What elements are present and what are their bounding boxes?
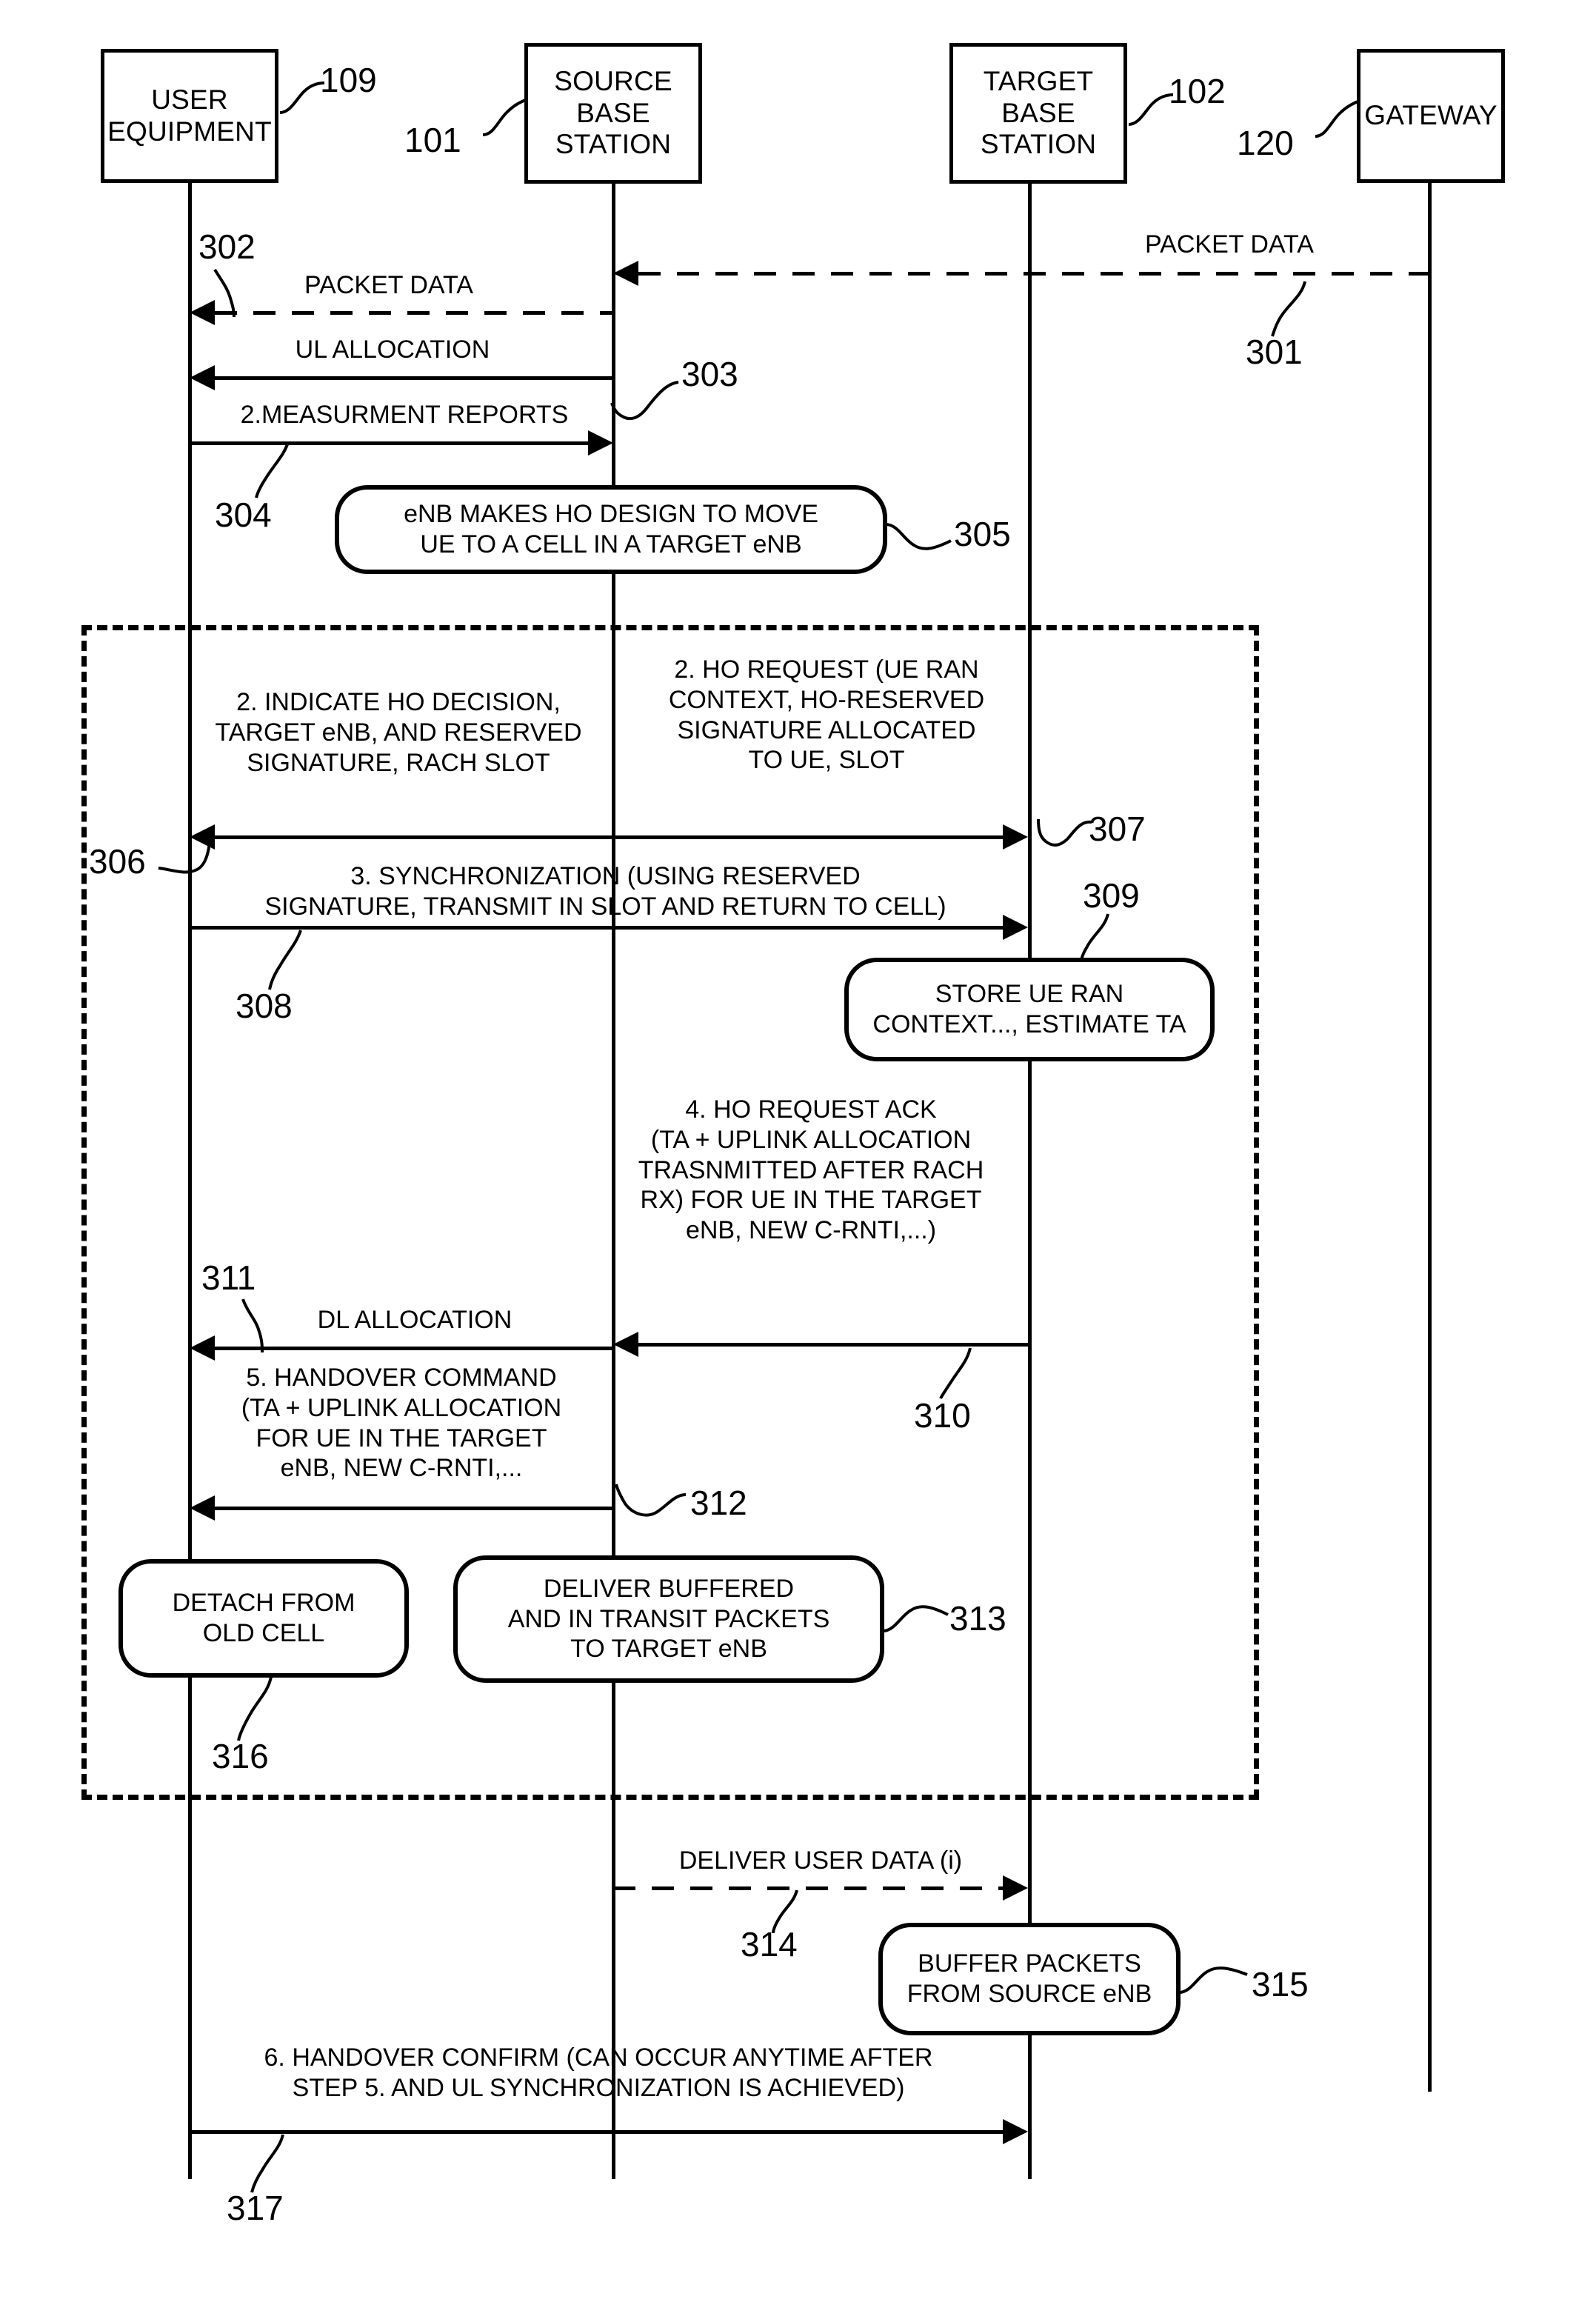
leader-line-305	[885, 523, 952, 550]
numeral-308: 308	[236, 987, 293, 1025]
leader-line-310	[939, 1347, 972, 1399]
numeral-301: 301	[1246, 333, 1303, 371]
process-box-309: STORE UE RAN CONTEXT..., ESTIMATE TA	[844, 958, 1215, 1061]
actor-box-source-base-station: SOURCE BASE STATION	[524, 43, 702, 184]
message-label-302: PACKET DATA	[304, 271, 473, 299]
numeral-305: 305	[954, 515, 1011, 553]
leader-line-316	[237, 1676, 273, 1741]
message-label-304: 2.MEASURMENT REPORTS	[240, 401, 569, 429]
leader-line-312	[615, 1484, 687, 1517]
leader-line-120	[1315, 99, 1360, 138]
process-box-305: eNB MAKES HO DESIGN TO MOVE UE TO A CELL…	[335, 485, 887, 574]
leader-line-317	[250, 2134, 284, 2193]
leader-line-311	[241, 1298, 264, 1353]
actor-label-user-equipment: USER EQUIPMENT	[107, 84, 272, 147]
message-line-306	[215, 835, 1006, 839]
message-line-302	[215, 311, 613, 315]
actor-box-target-base-station: TARGET BASE STATION	[949, 43, 1127, 184]
message-label-303: UL ALLOCATION	[295, 336, 490, 364]
message-arrowhead-310	[613, 1332, 638, 1357]
actor-label-target-base-station: TARGET BASE STATION	[980, 65, 1097, 160]
message-label-301: PACKET DATA	[1145, 230, 1314, 258]
numeral-315: 315	[1252, 1965, 1309, 2004]
numeral-101: 101	[404, 121, 461, 159]
actor-box-user-equipment: USER EQUIPMENT	[101, 49, 278, 183]
patent-figure-canvas: USER EQUIPMENT SOURCE BASE STATION TARGE…	[0, 0, 1596, 2302]
numeral-306: 306	[89, 842, 146, 881]
message-label-314: DELIVER USER DATA (i)	[678, 1846, 963, 1875]
message-line-312	[215, 1507, 613, 1510]
process-box-313: DELIVER BUFFERED AND IN TRANSIT PACKETS …	[453, 1555, 884, 1683]
leader-line-101	[482, 98, 528, 136]
message-line-314	[613, 1886, 1004, 1890]
numeral-303: 303	[681, 355, 738, 393]
message-line-317	[190, 2130, 1004, 2134]
leader-line-313	[882, 1605, 949, 1632]
message-arrowhead-308	[1003, 915, 1028, 940]
numeral-304: 304	[215, 496, 272, 534]
leader-line-315	[1178, 1966, 1248, 1994]
numeral-311: 311	[201, 1258, 256, 1297]
message-arrowhead-302	[190, 300, 215, 325]
leader-line-303	[610, 381, 679, 421]
numeral-316: 316	[212, 1737, 269, 1775]
actor-label-source-base-station: SOURCE BASE STATION	[554, 65, 672, 160]
numeral-312: 312	[690, 1484, 747, 1522]
process-box-316: DETACH FROM OLD CELL	[118, 1559, 409, 1678]
numeral-120: 120	[1237, 124, 1294, 162]
numeral-309: 309	[1083, 876, 1140, 915]
numeral-310: 310	[914, 1396, 971, 1435]
message-line-303	[215, 376, 613, 380]
leader-line-307	[1037, 818, 1092, 847]
process-box-315: BUFFER PACKETS FROM SOURCE eNB	[878, 1923, 1181, 2035]
message-line-308	[190, 926, 1004, 930]
message-arrowhead-304	[588, 430, 613, 456]
leader-line-102	[1128, 93, 1174, 126]
message-label-306: 2. INDICATE HO DECISION, TARGET eNB, AND…	[215, 688, 582, 777]
actor-label-gateway: GATEWAY	[1364, 100, 1497, 131]
message-label-317: 6. HANDOVER CONFIRM (CAN OCCUR ANYTIME A…	[264, 2044, 933, 2102]
numeral-302: 302	[198, 227, 256, 266]
leader-line-302	[213, 268, 236, 318]
numeral-307: 307	[1089, 810, 1146, 848]
message-label-308: 3. SYNCHRONIZATION (USING RESERVED SIGNA…	[264, 862, 946, 921]
leader-line-314	[772, 1889, 798, 1934]
message-label-312: 5. HANDOVER COMMAND (TA + UPLINK ALLOCAT…	[241, 1364, 562, 1483]
message-label-311: DL ALLOCATION	[317, 1306, 512, 1334]
message-arrowhead-301	[613, 261, 638, 286]
message-label-310: 4. HO REQUEST ACK (TA + UPLINK ALLOCATIO…	[638, 1095, 984, 1245]
message-arrowhead-303	[190, 365, 215, 390]
leader-line-309	[1080, 913, 1109, 962]
leader-line-301	[1271, 281, 1306, 337]
leader-line-109	[279, 81, 325, 114]
numeral-313: 313	[949, 1599, 1006, 1638]
message-line-301	[638, 272, 1431, 276]
message-arrowhead-317	[1003, 2119, 1028, 2144]
message-arrowhead-314	[1003, 1875, 1028, 1901]
leader-line-308	[268, 930, 302, 990]
numeral-317: 317	[227, 2189, 284, 2227]
message-arrowhead-311	[190, 1335, 215, 1361]
lifeline-gateway	[1428, 183, 1432, 2092]
leader-line-304	[255, 444, 289, 498]
message-label-307: 2. HO REQUEST (UE RAN CONTEXT, HO-RESERV…	[668, 655, 985, 775]
actor-box-gateway: GATEWAY	[1357, 49, 1505, 183]
message-arrowhead-312	[190, 1495, 215, 1521]
